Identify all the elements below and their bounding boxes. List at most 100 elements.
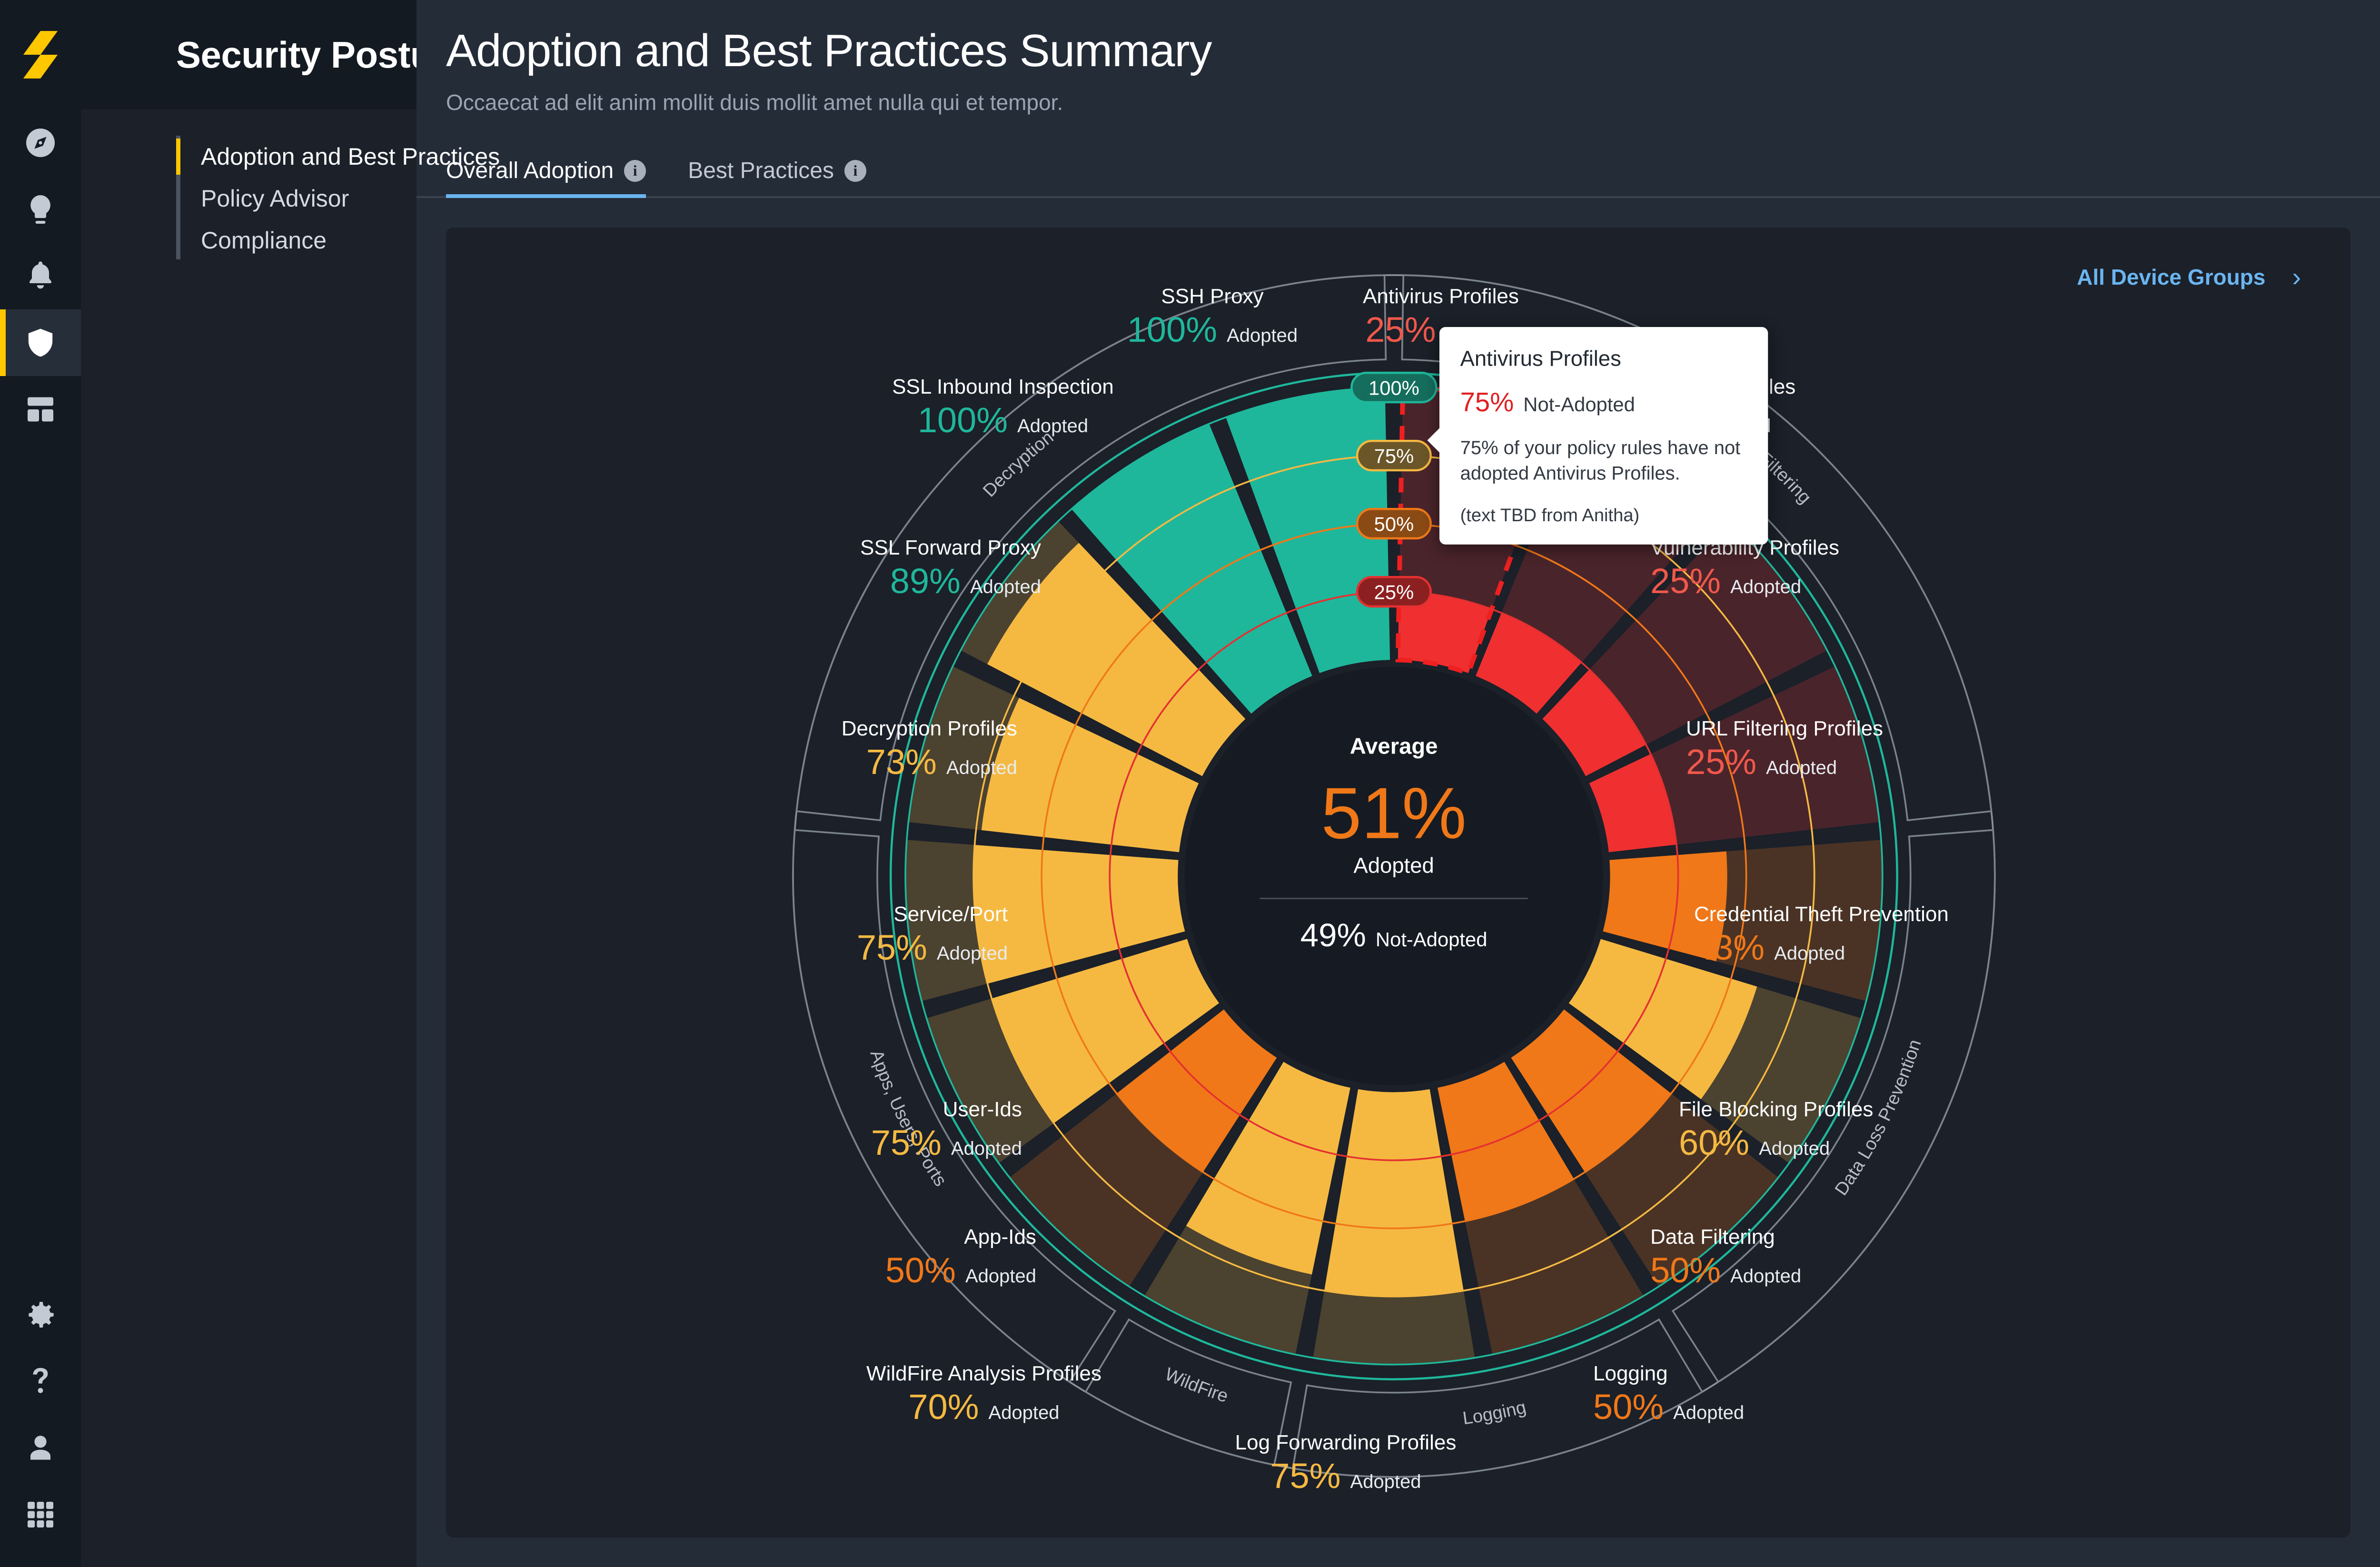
palo-alto-logo xyxy=(0,0,81,109)
label-percent: 89% xyxy=(890,561,961,601)
label-percent: 100% xyxy=(917,400,1008,440)
label-percent: 25% xyxy=(1686,742,1757,782)
page-title: Adoption and Best Practices Summary xyxy=(446,25,1212,76)
rail-item-dashboard[interactable] xyxy=(0,376,81,443)
icon-rail xyxy=(0,0,81,1567)
page-subtitle: Occaecat ad elit anim mollit duis mollit… xyxy=(446,90,1063,115)
label-name: Data Filtering xyxy=(1650,1225,1775,1249)
label-name: Service/Port xyxy=(893,903,1008,926)
label-percent: 75% xyxy=(871,1123,942,1163)
label-name: App-Ids xyxy=(964,1225,1036,1249)
outer-label-wildfire-analysis-profiles: WildFire Analysis Profiles 70% Adopted xyxy=(770,1362,1198,1427)
nav-list: Adoption and Best Practices Policy Advis… xyxy=(81,109,500,261)
scale-tick-label: 75% xyxy=(1374,445,1414,467)
outer-label-vulnerability-profiles: Vulnerability Profiles 25% Adopted xyxy=(1650,536,2041,599)
segment-tooltip: Antivirus Profiles 75% Not-Adopted 75% o… xyxy=(1427,327,1768,545)
label-name: Logging xyxy=(1593,1362,1668,1385)
tooltip-state: Not-Adopted xyxy=(1523,393,1635,416)
outer-label-file-blocking-profiles: File Blocking Profiles 60% Adopted xyxy=(1679,1098,2107,1163)
label-name: User-Ids xyxy=(942,1098,1022,1121)
label-percent: 60% xyxy=(1679,1123,1750,1163)
label-suffix: Adopted xyxy=(988,1402,1060,1424)
rail-item-insights[interactable] xyxy=(0,176,81,243)
label-suffix: Adopted xyxy=(1227,325,1298,347)
tooltip-metric: 75% Not-Adopted xyxy=(1460,389,1747,416)
outer-label-user-ids: User-Ids 75% Adopted xyxy=(622,1098,1022,1163)
outer-label-ssl-inbound-inspection: SSL Inbound Inspection 100% Adopted xyxy=(822,376,1184,438)
radial-chart-svg: URL FilteringData Loss PreventionLogging… xyxy=(792,274,1996,1478)
label-suffix: Adopted xyxy=(951,1138,1022,1160)
tooltip-note: (text TBD from Anitha) xyxy=(1460,504,1640,525)
outer-label-decryption-profiles: Decryption Profiles 73% Adopted xyxy=(603,717,1017,782)
grid-apps-icon xyxy=(28,1502,53,1527)
scale-tick-label: 50% xyxy=(1374,513,1414,536)
info-icon[interactable]: i xyxy=(844,159,866,182)
label-name: Antivirus Profiles xyxy=(1363,285,1519,308)
app-root: Security Posture Adoption and Best Pract… xyxy=(0,0,2380,1567)
label-name: Log Forwarding Profiles xyxy=(1235,1431,1457,1454)
label-name: SSL Inbound Inspection xyxy=(892,375,1114,398)
outer-label-url-filtering-profiles: URL Filtering Profiles 25% Adopted xyxy=(1686,717,2105,782)
tooltip-percent: 75% xyxy=(1460,387,1514,417)
label-percent: 70% xyxy=(908,1387,979,1427)
chevron-right-icon: › xyxy=(2292,262,2301,292)
rail-item-settings[interactable] xyxy=(0,1281,81,1348)
tab-overall-adoption[interactable]: Overall Adoption i xyxy=(446,158,667,198)
gear-icon xyxy=(29,1302,54,1328)
nav-item-adoption-and-best-practices[interactable]: Adoption and Best Practices xyxy=(176,136,500,178)
label-name: Decryption Profiles xyxy=(841,717,1017,740)
user-icon xyxy=(30,1436,50,1460)
scale-tick-label: 25% xyxy=(1374,581,1414,604)
bell-icon xyxy=(29,261,52,289)
nav-item-policy-advisor[interactable]: Policy Advisor xyxy=(176,178,416,219)
label-percent: 73% xyxy=(866,742,937,782)
outer-label-service-port: Service/Port 75% Adopted xyxy=(589,903,1008,965)
label-percent: 75% xyxy=(1270,1456,1341,1496)
label-suffix: Adopted xyxy=(1730,1266,1802,1287)
tab-best-practices[interactable]: Best Practices i xyxy=(667,158,887,196)
tooltip-title: Antivirus Profiles xyxy=(1460,346,1621,371)
compass-icon xyxy=(26,129,55,157)
outer-label-app-ids: App-Ids 50% Adopted xyxy=(684,1226,1036,1288)
label-suffix: Adopted xyxy=(1017,416,1089,437)
radial-bar-chart[interactable]: URL FilteringData Loss PreventionLogging… xyxy=(446,228,2350,1537)
secondary-nav: Security Posture Adoption and Best Pract… xyxy=(81,0,500,1567)
info-icon[interactable]: i xyxy=(624,159,646,182)
scale-tick-label: 100% xyxy=(1368,377,1419,399)
rail-item-help[interactable] xyxy=(0,1348,81,1415)
rail-item-alerts[interactable] xyxy=(0,243,81,309)
label-suffix: Adopted xyxy=(965,1266,1036,1287)
label-suffix: Adopted xyxy=(936,943,1008,964)
main-content: Adoption and Best Practices Summary Occa… xyxy=(416,0,2380,1567)
label-percent: 43% xyxy=(1694,928,1765,968)
label-percent: 50% xyxy=(885,1250,956,1290)
all-device-groups-link[interactable]: All Device Groups › xyxy=(2077,264,2301,290)
label-percent: 50% xyxy=(1650,1250,1721,1290)
outer-label-logging: Logging 50% Adopted xyxy=(1593,1362,1926,1427)
rail-item-compass[interactable] xyxy=(0,109,81,176)
rail-bottom-items xyxy=(0,1281,81,1567)
label-suffix: Adopted xyxy=(946,757,1017,779)
label-suffix: Adopted xyxy=(1673,1402,1745,1424)
outer-label-data-filtering: Data Filtering 50% Adopted xyxy=(1650,1226,2012,1288)
rail-item-apps[interactable] xyxy=(0,1481,81,1548)
chart-segment-log-forwarding-profiles[interactable] xyxy=(1324,1089,1464,1297)
label-suffix: Adopted xyxy=(1350,1471,1421,1493)
label-name: Credential Theft Prevention xyxy=(1694,903,1949,926)
label-name: URL Filtering Profiles xyxy=(1686,717,1884,740)
outer-label-ssl-forward-proxy: SSL Forward Proxy 89% Adopted xyxy=(651,536,1041,601)
label-percent: 100% xyxy=(1127,310,1218,350)
nav-item-compliance[interactable]: Compliance xyxy=(176,219,416,261)
outer-label-credential-theft-prevention: Credential Theft Prevention 43% Adopted xyxy=(1694,903,2161,965)
rail-item-security-posture[interactable] xyxy=(0,309,81,376)
tooltip-body: 75% of your policy rules have not adopte… xyxy=(1460,437,1741,484)
tab-bar: Overall Adoption i Best Practices i xyxy=(416,145,2380,198)
tab-overall-adoption-label: Overall Adoption xyxy=(446,158,614,183)
page-header: Adoption and Best Practices Summary Occa… xyxy=(416,0,2380,115)
label-suffix: Adopted xyxy=(970,576,1041,598)
label-suffix: Adopted xyxy=(1730,576,1802,598)
label-percent: 50% xyxy=(1593,1387,1664,1427)
rail-item-account[interactable] xyxy=(0,1415,81,1481)
label-percent: 25% xyxy=(1365,310,1436,350)
adoption-chart-card: All Device Groups › URL FilteringData Lo… xyxy=(446,228,2350,1537)
